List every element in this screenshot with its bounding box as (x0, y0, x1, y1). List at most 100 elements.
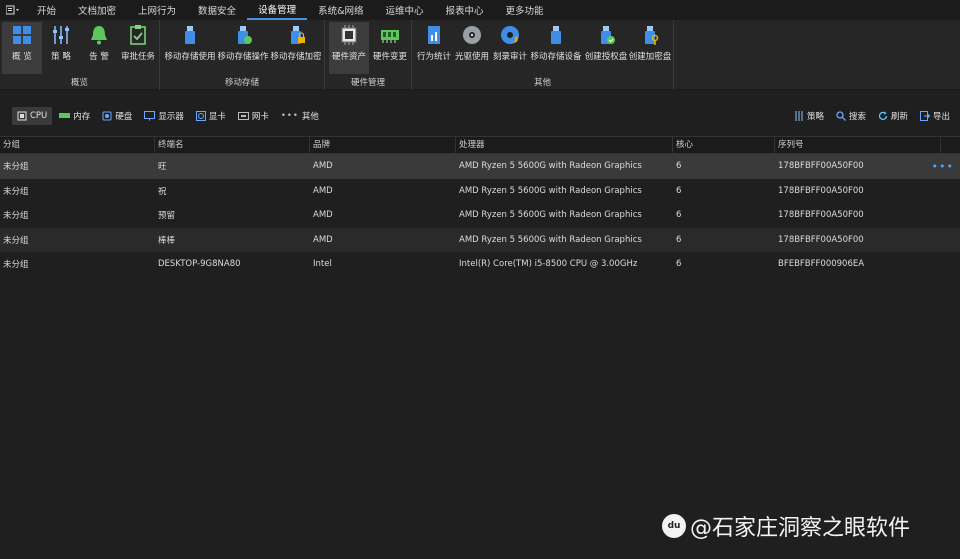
approval-task-button[interactable]: 审批任务 (118, 22, 158, 74)
mobile-storage-usage-button[interactable]: 移动存储使用 (164, 22, 216, 74)
sliders-icon (53, 26, 69, 44)
cell-cores: 6 (676, 210, 682, 221)
dashboard-icon (13, 26, 31, 44)
search-action-button[interactable]: 搜索 (834, 107, 868, 125)
cell-serial: BFEBFBFF000906EA (778, 259, 865, 270)
menu-device-management[interactable]: 设备管理 (247, 0, 308, 20)
policy-button[interactable]: 策 略 (42, 22, 80, 74)
network-card-icon (237, 112, 249, 120)
tab-nic-label: 网卡 (251, 112, 269, 122)
table-row[interactable]: 未分组 旺 AMD AMD Ryzen 5 5600G with Radeon … (0, 154, 960, 179)
cell-serial: 178BFBFF00A50F00 (778, 161, 864, 172)
more-dots-icon: ••• (280, 111, 299, 121)
tab-memory[interactable]: 内存 (54, 107, 95, 125)
table-row[interactable]: 未分组 棒棒 AMD AMD Ryzen 5 5600G with Radeon… (0, 227, 960, 252)
ribbon-group-hardware: 硬件资产 硬件变更 硬件管理 (325, 20, 412, 90)
create-encrypted-disk-label: 创建加密盘 (628, 52, 672, 62)
cell-brand: AMD (313, 161, 333, 172)
column-terminal-name[interactable]: 终端名 (155, 137, 310, 154)
row-more-icon[interactable]: ••• (932, 160, 954, 173)
cpu-chip-icon (341, 25, 357, 45)
menu-report-center[interactable]: 报表中心 (435, 0, 495, 20)
behavior-stats-button[interactable]: 行为统计 (416, 22, 452, 74)
menu-more-functions[interactable]: 更多功能 (495, 0, 555, 20)
create-encrypted-disk-button[interactable]: 创建加密盘 (628, 22, 672, 74)
monitor-icon (144, 111, 156, 121)
table-header: 分组 终端名 品牌 处理器 核心 序列号 (0, 136, 960, 154)
export-action-label: 导出 (932, 112, 950, 122)
overview-button[interactable]: 概 览 (2, 22, 42, 74)
cell-brand: Intel (313, 259, 332, 270)
hardware-asset-button[interactable]: 硬件资产 (329, 22, 369, 74)
menu-web-behavior[interactable]: 上网行为 (127, 0, 187, 20)
create-authorized-disk-button[interactable]: 创建授权盘 (584, 22, 628, 74)
overview-label: 概 览 (12, 52, 32, 62)
disc-burn-icon (501, 26, 519, 44)
refresh-action-label: 刷新 (890, 112, 908, 122)
menu-data-security[interactable]: 数据安全 (187, 0, 247, 20)
mobile-storage-operation-button[interactable]: 移动存储操作 (217, 22, 269, 74)
cell-group: 未分组 (3, 235, 29, 246)
tab-cpu[interactable]: CPU (12, 107, 53, 125)
group-label-overview: 概览 (70, 78, 88, 88)
cell-processor: AMD Ryzen 5 5600G with Radeon Graphics (459, 161, 642, 172)
gpu-icon (195, 111, 206, 121)
cell-processor: AMD Ryzen 5 5600G with Radeon Graphics (459, 185, 642, 196)
tab-monitor[interactable]: 显示器 (139, 107, 189, 125)
ribbon-group-other: 行为统计 光驱使用 刻录审计 移动存储设备 创建授权盘 创建加密盘 其他 (412, 20, 674, 90)
checklist-icon (130, 25, 146, 45)
column-group[interactable]: 分组 (0, 137, 155, 154)
tab-disk[interactable]: 硬盘 (97, 107, 137, 125)
hardware-change-label: 硬件变更 (372, 52, 407, 62)
table-row[interactable]: 未分组 预留 AMD AMD Ryzen 5 5600G with Radeon… (0, 203, 960, 228)
search-action-label: 搜索 (848, 112, 866, 122)
tab-other[interactable]: ••• 其他 (276, 107, 324, 125)
menu-ops-center[interactable]: 运维中心 (375, 0, 435, 20)
table-row[interactable]: 未分组 祝 AMD AMD Ryzen 5 5600G with Radeon … (0, 179, 960, 204)
cell-terminal-name: 祝 (158, 186, 167, 197)
cell-brand: AMD (313, 210, 333, 221)
ribbon-group-mobile-storage: 移动存储使用 移动存储操作 移动存储加密 移动存储 (160, 20, 325, 90)
disc-icon (463, 26, 481, 44)
cell-terminal-name: 棒棒 (158, 235, 176, 246)
export-icon (919, 111, 930, 121)
refresh-action-button[interactable]: 刷新 (876, 107, 910, 125)
menu-doc-encrypt[interactable]: 文档加密 (67, 0, 127, 20)
bell-icon (91, 26, 107, 45)
mobile-storage-device-label: 移动存储设备 (530, 52, 582, 62)
mobile-storage-encrypt-button[interactable]: 移动存储加密 (270, 22, 322, 74)
menu-start[interactable]: 开始 (26, 0, 67, 20)
approval-task-label: 审批任务 (120, 52, 155, 62)
cpu-table: 分组 终端名 品牌 处理器 核心 序列号 未分组 旺 AMD AMD Ryzen… (0, 136, 960, 277)
column-processor[interactable]: 处理器 (456, 137, 673, 154)
cell-processor: AMD Ryzen 5 5600G with Radeon Graphics (459, 210, 642, 221)
burn-audit-button[interactable]: 刻录审计 (492, 22, 528, 74)
policy-action-button[interactable]: 策略 (792, 107, 826, 125)
column-cores[interactable]: 核心 (673, 137, 775, 154)
tab-nic[interactable]: 网卡 (233, 107, 274, 125)
cell-serial: 178BFBFF00A50F00 (778, 185, 864, 196)
app-menu-icon[interactable] (0, 0, 26, 20)
group-label-mobile-storage: 移动存储 (224, 78, 259, 88)
column-serial[interactable]: 序列号 (775, 137, 941, 154)
cell-serial: 178BFBFF00A50F00 (778, 234, 864, 245)
column-brand[interactable]: 品牌 (310, 137, 456, 154)
menu-system-network[interactable]: 系统&网络 (307, 0, 374, 20)
mobile-storage-device-button[interactable]: 移动存储设备 (530, 22, 582, 74)
table-row[interactable]: 未分组 DESKTOP-9G8NA80 Intel Intel(R) Core(… (0, 252, 960, 277)
memory-module-icon (381, 30, 399, 43)
hardware-toolbar: CPU 内存 硬盘 显示器 显卡 网卡 ••• 其他 策略 搜索 刷新 导出 (0, 104, 960, 128)
tab-gpu[interactable]: 显卡 (191, 107, 231, 125)
watermark-text: @石家庄洞察之眼软件 (690, 516, 911, 541)
export-action-button[interactable]: 导出 (918, 107, 952, 125)
doc-chart-icon (428, 26, 440, 44)
alert-button[interactable]: 告 警 (80, 22, 118, 74)
hardware-change-button[interactable]: 硬件变更 (370, 22, 410, 74)
optical-drive-usage-button[interactable]: 光驱使用 (454, 22, 490, 74)
cell-cores: 6 (676, 161, 682, 172)
cell-group: 未分组 (3, 162, 29, 173)
menu-bar: 开始 文档加密 上网行为 数据安全 设备管理 系统&网络 运维中心 报表中心 更… (0, 0, 960, 20)
tab-gpu-label: 显卡 (208, 112, 226, 122)
cell-processor: AMD Ryzen 5 5600G with Radeon Graphics (459, 234, 642, 245)
watermark-logo: du (662, 514, 686, 538)
